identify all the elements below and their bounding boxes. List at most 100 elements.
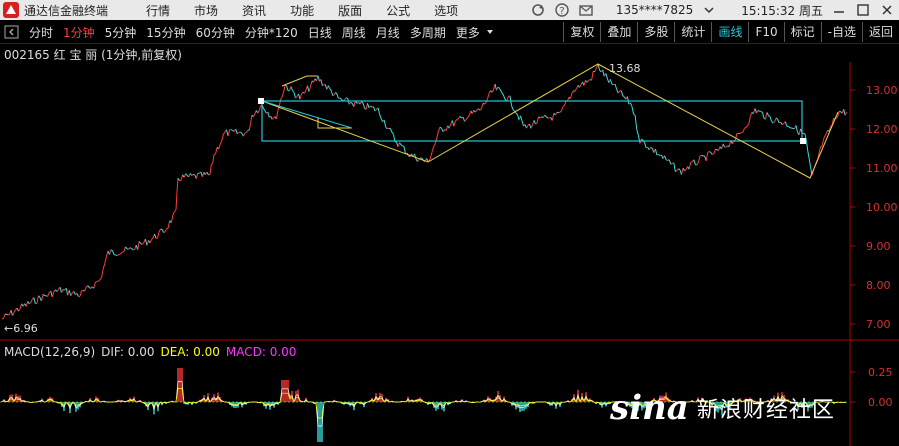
price-segment	[38, 295, 41, 298]
price-segment	[76, 293, 79, 297]
price-segment	[479, 108, 482, 111]
macd-dea: DEA: 0.00	[160, 345, 220, 359]
price-segment	[164, 228, 168, 232]
price-segment	[239, 131, 243, 134]
price-segment	[158, 228, 161, 233]
price-segment	[118, 253, 120, 256]
price-segment	[208, 173, 211, 176]
price-axis-label: 10.00	[866, 201, 898, 214]
price-segment	[28, 302, 32, 305]
low-price-label: ←6.96	[4, 322, 38, 335]
price-segment	[426, 158, 429, 162]
price-segment	[104, 256, 107, 264]
price-segment	[295, 96, 298, 99]
price-segment	[10, 309, 13, 316]
price-segment	[781, 122, 785, 126]
price-segment	[567, 97, 570, 101]
price-segment	[821, 139, 824, 147]
high-price-label: 13.68	[609, 62, 641, 75]
price-segment	[267, 111, 270, 118]
price-segment	[47, 292, 50, 297]
price-segment	[281, 92, 285, 98]
price-segment	[230, 129, 233, 131]
price-segment	[777, 119, 780, 124]
draw-anchor-handle[interactable]	[800, 138, 806, 144]
price-segment	[824, 133, 827, 137]
price-segment	[536, 116, 539, 124]
price-segment	[545, 116, 549, 119]
price-segment	[250, 114, 253, 123]
price-segment	[329, 88, 332, 91]
price-segment	[227, 129, 231, 137]
price-segment	[61, 289, 64, 293]
price-segment	[222, 131, 226, 135]
price-segment	[760, 110, 763, 113]
price-segment	[385, 126, 388, 130]
price-segment	[18, 308, 21, 312]
price-segment	[772, 121, 775, 124]
price-segment	[678, 168, 681, 171]
price-segment	[400, 144, 403, 147]
sina-logo: sina	[610, 388, 689, 428]
price-segment	[167, 220, 171, 229]
price-segment	[745, 125, 748, 128]
price-segment	[693, 159, 696, 165]
price-segment	[818, 146, 822, 154]
price-segment	[350, 101, 353, 104]
price-segment	[710, 152, 713, 155]
price-segment	[13, 309, 16, 313]
price-segment	[570, 92, 573, 99]
price-segment	[494, 83, 497, 91]
drawing-tools[interactable]	[261, 63, 839, 179]
kline-chart[interactable]: 13.00 12.00 11.00 10.00 9.00 8.00 7.00 13.68 ←…	[0, 0, 899, 446]
macd-title: MACD(12,26,9)	[4, 345, 96, 359]
price-segment	[462, 117, 466, 122]
price-axis-label: 8.00	[866, 279, 891, 292]
price-segment	[271, 117, 274, 120]
price-segment	[725, 145, 729, 148]
draw-anchor-handle[interactable]	[258, 98, 264, 104]
price-segment	[283, 84, 286, 93]
price-segment	[837, 111, 840, 116]
price-segment	[123, 246, 127, 252]
price-segment	[499, 88, 502, 92]
price-segment	[417, 159, 420, 162]
price-segment	[468, 110, 472, 116]
price-segment	[448, 123, 452, 129]
price-axis-label: 13.00	[866, 84, 898, 97]
price-segment	[122, 250, 125, 253]
price-segment	[68, 290, 72, 296]
price-segment	[464, 119, 467, 122]
price-segment	[59, 287, 62, 293]
price-segment	[561, 106, 564, 112]
price-segment	[242, 132, 246, 137]
price-segment	[535, 122, 538, 125]
price-segment	[368, 105, 371, 109]
price-segment	[673, 162, 676, 172]
price-segment	[588, 79, 591, 81]
price-segment	[344, 97, 347, 101]
price-segment	[511, 105, 514, 110]
price-segment	[258, 105, 262, 112]
price-segment	[119, 252, 122, 255]
price-segment	[244, 131, 247, 134]
price-segment	[98, 279, 101, 282]
price-segment	[101, 268, 104, 278]
price-segment	[611, 83, 614, 86]
price-segment	[163, 231, 166, 234]
price-segment	[795, 125, 798, 133]
price-segment	[605, 73, 608, 79]
price-segment	[705, 152, 709, 161]
price-segment	[630, 102, 633, 107]
price-segment	[65, 288, 69, 296]
price-segment	[564, 100, 567, 106]
price-segment	[602, 69, 605, 77]
price-segment	[389, 128, 393, 133]
macd-value: MACD: 0.00	[225, 345, 297, 359]
price-segment	[90, 286, 93, 289]
price-segment	[481, 103, 484, 109]
price-segment	[744, 126, 747, 129]
price-segment	[290, 86, 293, 91]
price-segment	[299, 93, 302, 100]
price-segment	[636, 129, 639, 136]
